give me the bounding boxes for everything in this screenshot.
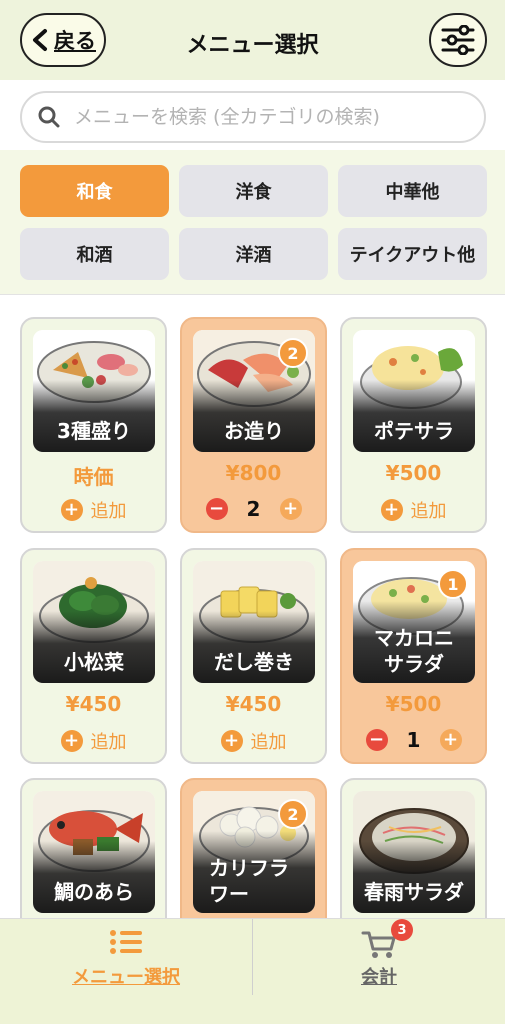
plus-icon: + (60, 730, 83, 752)
dish-thumbnail: 小松菜 (33, 561, 155, 683)
add-label: 追加 (90, 501, 127, 522)
nav-tab-menu-label: メニュー選択 (72, 967, 180, 988)
search-input[interactable] (74, 106, 474, 128)
add-label: 追加 (90, 732, 127, 753)
dish-thumbnail: 鯛のあら (33, 791, 155, 913)
menu-card-sanshumori[interactable]: 3種盛り 時価 + 追加 (20, 317, 167, 533)
add-button[interactable]: + 追加 (182, 728, 325, 754)
tab-yoshu[interactable]: 洋酒 (179, 228, 328, 280)
add-button[interactable]: + 追加 (22, 728, 165, 754)
dish-thumbnail: だし巻き (193, 561, 315, 683)
dish-price: ¥800 (225, 461, 282, 485)
dish-name: ポテサラ (374, 419, 454, 443)
dish-thumbnail: カリフラ ワー 2 (193, 791, 315, 913)
nav-tab-checkout-label: 会計 (361, 967, 397, 988)
dish-thumbnail: 春雨サラダ (353, 791, 475, 913)
menu-grid: 3種盛り 時価 + 追加 お造り 2 ¥800 − 2 + ポテサラ ¥500 … (0, 296, 505, 918)
quantity-value: 2 (246, 497, 261, 521)
menu-card-harusame-salad[interactable]: 春雨サラダ (340, 778, 487, 918)
plus-icon: + (60, 499, 83, 521)
tab-takeout[interactable]: テイクアウト他 (338, 228, 487, 280)
category-tabs: 和食 洋食 中華他 和酒 洋酒 テイクアウト他 (0, 150, 505, 295)
tab-yoshoku[interactable]: 洋食 (179, 165, 328, 217)
dish-price: ¥500 (385, 692, 442, 716)
quantity-stepper: − 2 + (182, 497, 325, 521)
quantity-badge: 2 (278, 338, 308, 368)
add-button[interactable]: + 追加 (342, 497, 485, 523)
minus-icon[interactable]: − (205, 498, 228, 520)
dish-name: 小松菜 (64, 650, 124, 674)
tab-wazake[interactable]: 和酒 (20, 228, 169, 280)
bottom-nav: メニュー選択 3 会計 (0, 918, 505, 1024)
menu-card-cauliflower[interactable]: カリフラ ワー 2 (180, 778, 327, 918)
minus-icon[interactable]: − (365, 729, 388, 751)
dish-thumbnail: マカロニ サラダ 1 (353, 561, 475, 683)
dish-thumbnail: お造り 2 (193, 330, 315, 452)
dish-name: 3種盛り (57, 419, 131, 443)
dish-name: お造り (224, 419, 284, 443)
dish-name: カリフラ ワー (209, 856, 289, 906)
plus-icon: + (380, 499, 403, 521)
add-label: 追加 (410, 501, 447, 522)
dish-price: ¥450 (225, 692, 282, 716)
dish-name: マカロニ サラダ (374, 626, 454, 676)
dish-price: 時価 (73, 465, 114, 489)
plus-icon: + (220, 730, 243, 752)
add-label: 追加 (250, 732, 287, 753)
tab-washoku[interactable]: 和食 (20, 165, 169, 217)
dish-thumbnail: 3種盛り (33, 330, 155, 452)
dish-name: 春雨サラダ (364, 880, 464, 904)
dish-thumbnail: ポテサラ (353, 330, 475, 452)
dish-name: 鯛のあら (54, 880, 134, 904)
add-button[interactable]: + 追加 (22, 497, 165, 523)
sliders-icon (441, 25, 475, 55)
search-icon (38, 106, 60, 128)
quantity-badge: 1 (438, 569, 468, 599)
filter-button[interactable] (429, 13, 487, 67)
menu-card-tai-no-ara[interactable]: 鯛のあら (20, 778, 167, 918)
nav-tab-checkout[interactable]: 3 会計 (253, 919, 505, 1024)
menu-card-macaroni-salad[interactable]: マカロニ サラダ 1 ¥500 − 1 + (340, 548, 487, 764)
cart-count-badge: 3 (391, 919, 413, 941)
plus-icon[interactable]: + (439, 729, 462, 751)
menu-card-dashimaki[interactable]: だし巻き ¥450 + 追加 (180, 548, 327, 764)
quantity-value: 1 (406, 728, 421, 752)
menu-card-otsukuri[interactable]: お造り 2 ¥800 − 2 + (180, 317, 327, 533)
dish-price: ¥450 (65, 692, 122, 716)
dish-name: だし巻き (214, 650, 294, 674)
search-box[interactable] (20, 91, 486, 143)
quantity-badge: 2 (278, 799, 308, 829)
nav-tab-menu[interactable]: メニュー選択 (0, 919, 252, 1024)
list-icon (110, 930, 142, 954)
header: 戻る メニュー選択 (0, 0, 505, 80)
plus-icon[interactable]: + (279, 498, 302, 520)
menu-card-potesara[interactable]: ポテサラ ¥500 + 追加 (340, 317, 487, 533)
tab-chuka[interactable]: 中華他 (338, 165, 487, 217)
menu-card-komatsuna[interactable]: 小松菜 ¥450 + 追加 (20, 548, 167, 764)
search-area (0, 80, 505, 150)
quantity-stepper: − 1 + (342, 728, 485, 752)
dish-price: ¥500 (385, 461, 442, 485)
